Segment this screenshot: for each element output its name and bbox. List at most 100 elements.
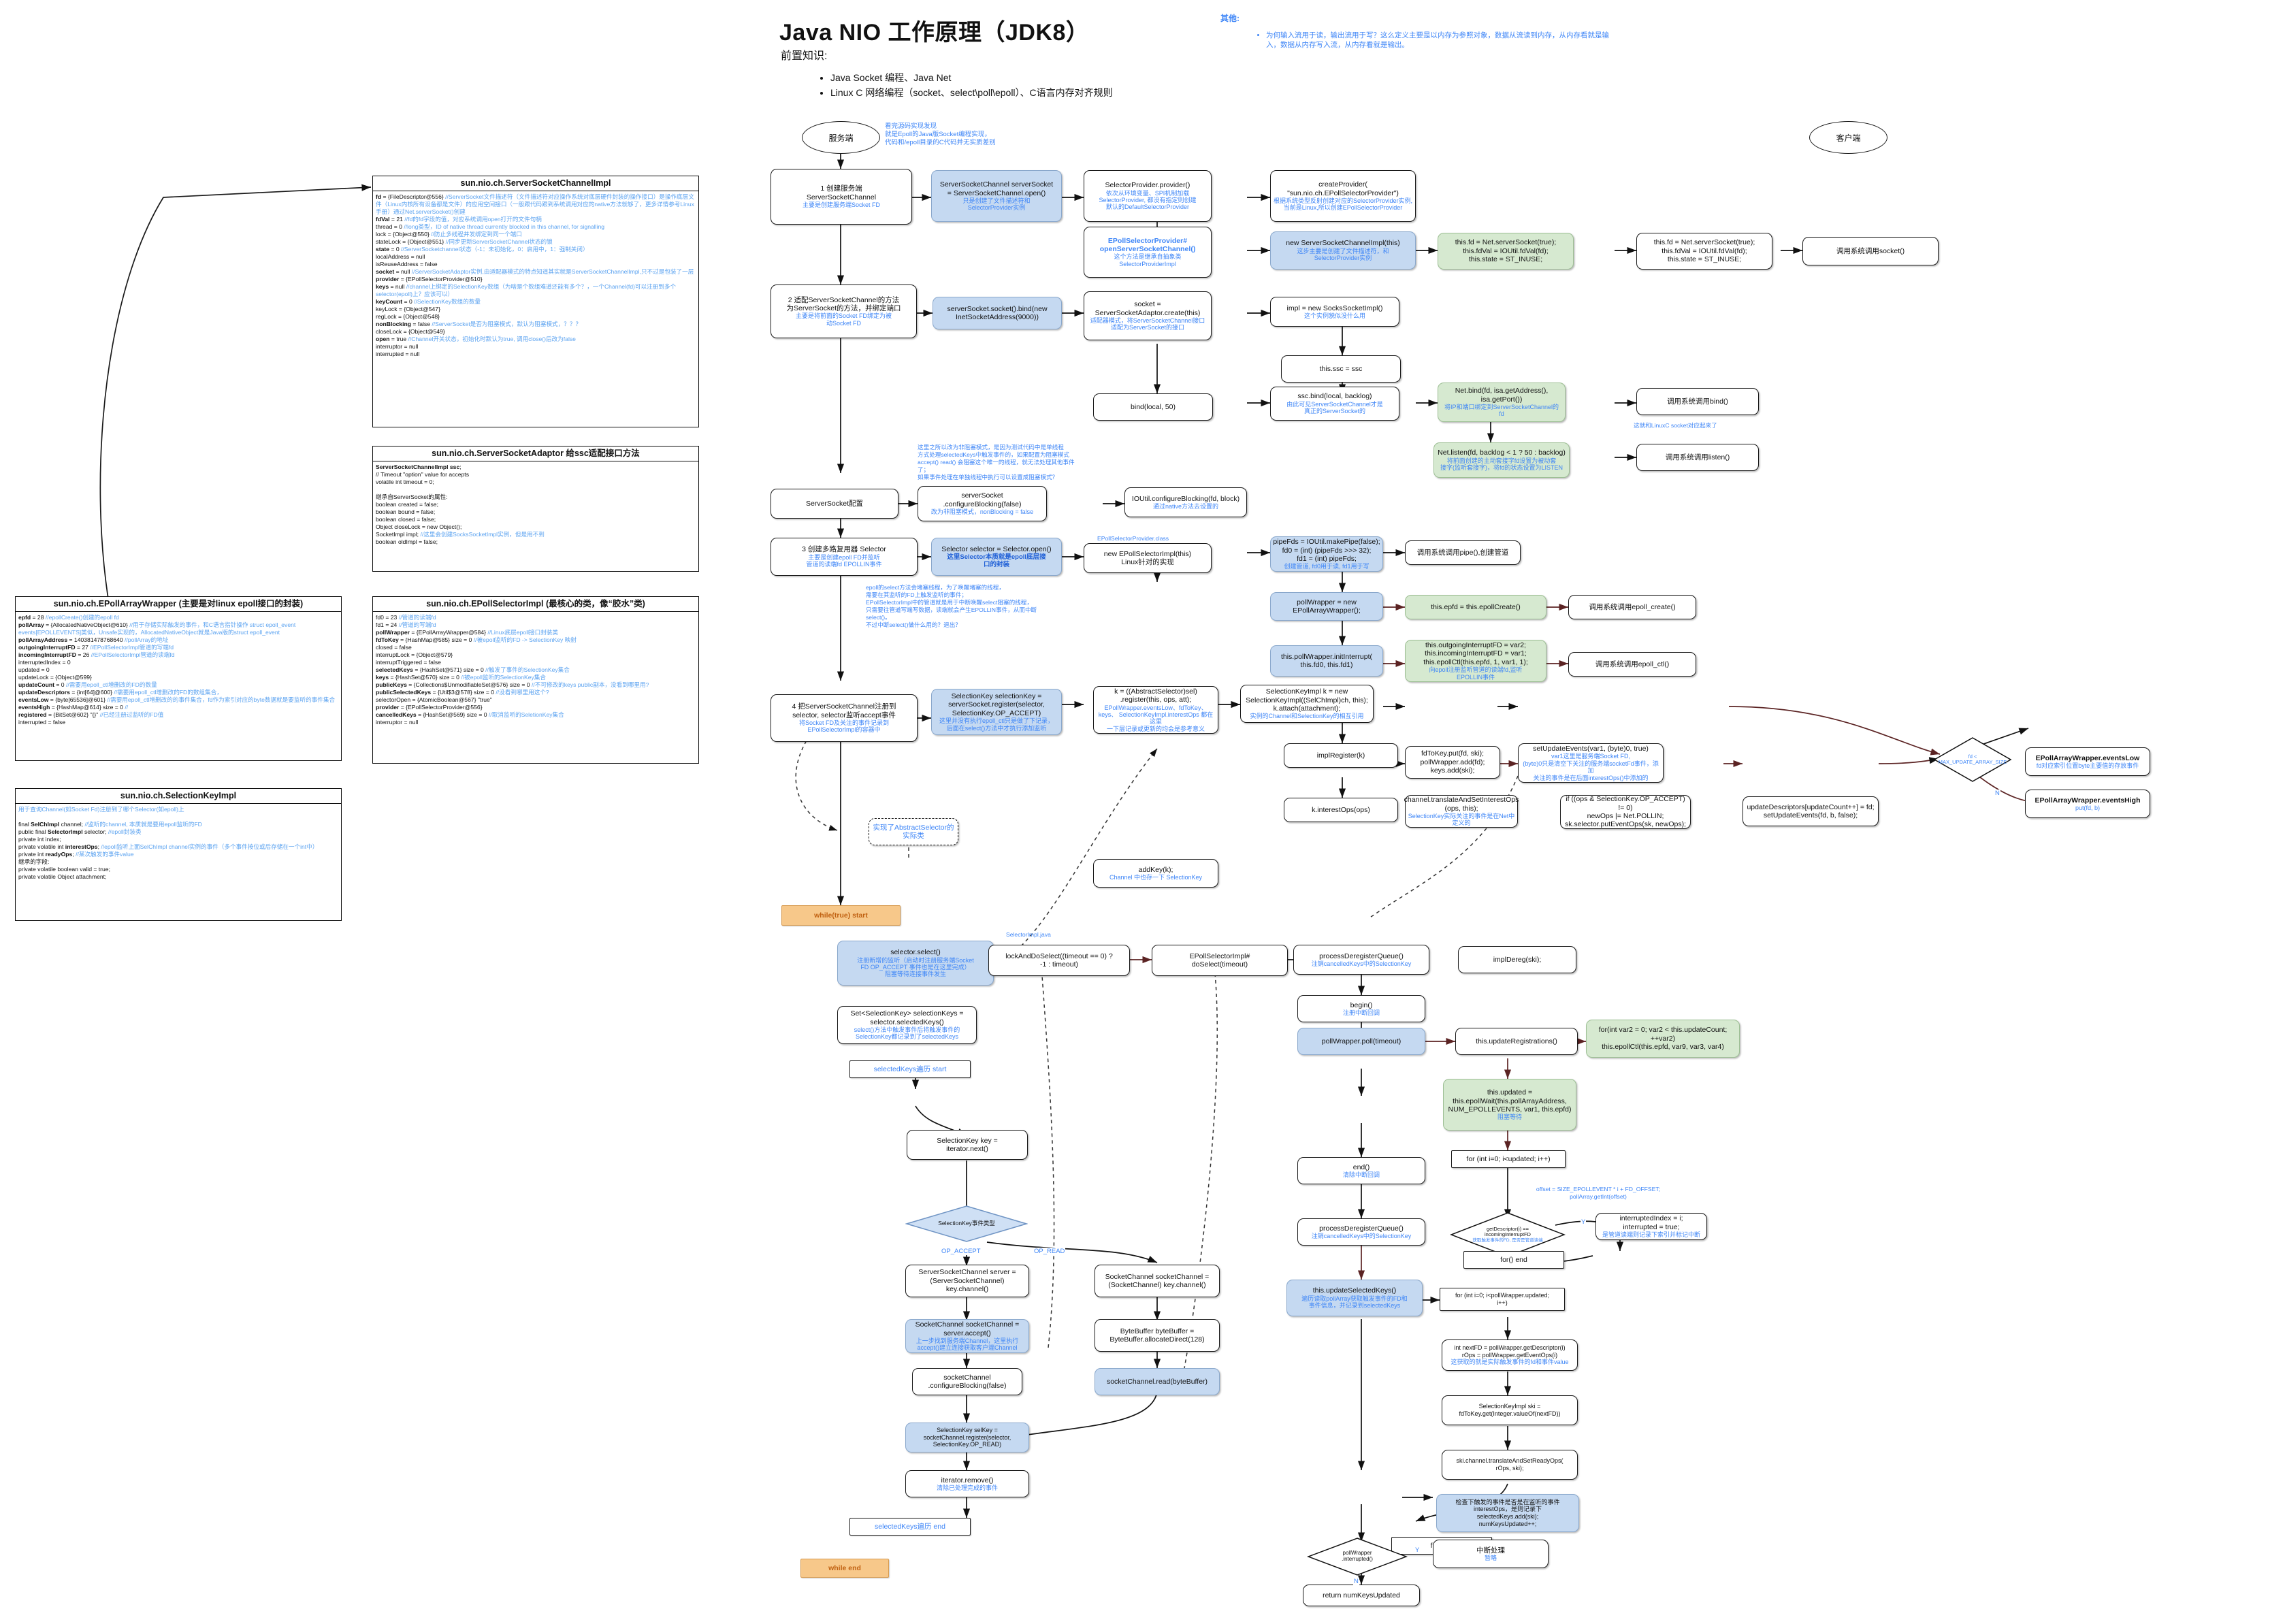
node-impldereg[interactable]: implDereg(ski); <box>1458 946 1576 973</box>
node-processderegisterqueue-2[interactable]: processDeregisterQueue() 注销cancelledKeys… <box>1297 1218 1425 1246</box>
node-fdtokey-put[interactable]: fdToKey.put(fd, ski); pollWrapper.add(fd… <box>1405 746 1500 779</box>
node-iterator-next[interactable]: SelectionKey key = iterator.next() <box>907 1130 1028 1160</box>
node-serversocketadaptor-create[interactable]: socket = ServerSocketAdaptor.create(this… <box>1084 291 1212 340</box>
node-syscall-epollctl[interactable]: 调用系统调用epoll_ctl() <box>1568 652 1696 677</box>
node-iterator-remove[interactable]: iterator.remove() 清除已处理完成的事件 <box>905 1470 1029 1497</box>
node-register-op-accept[interactable]: SelectionKey selectionKey = serverSocket… <box>931 689 1062 735</box>
node-main: serverSocket .configureBlocking(false) <box>943 491 1022 508</box>
node-configureblocking-false[interactable]: serverSocket .configureBlocking(false) 改… <box>918 486 1047 521</box>
node-while-end[interactable]: while end <box>800 1559 889 1578</box>
node-for-end-1[interactable]: for() end <box>1463 1251 1564 1269</box>
node-syscall-pipe[interactable]: 调用系统调用pipe(),创建管道 <box>1405 540 1521 565</box>
node-epollselectorimpl-doselect[interactable]: EPollSelectorImpl# doSelect(timeout) <box>1152 945 1288 976</box>
node-sub: put(fd, b) <box>2075 804 2101 811</box>
node-epollctl-init[interactable]: this.outgoingInterruptFD = var2; this.in… <box>1405 640 1546 682</box>
node-diamond-selectionkey-event-type[interactable]: SelectionKey事件类型 <box>905 1205 1028 1243</box>
node-processderegisterqueue-1[interactable]: processDeregisterQueue() 注销cancelledKeys… <box>1293 945 1429 975</box>
node-while-true-start[interactable]: while(true) start <box>781 905 901 926</box>
node-open-serversocketchannel[interactable]: ServerSocketChannel serverSocket = Serve… <box>931 170 1062 222</box>
node-sub: Channel 中也存一下 SelectionKey <box>1109 873 1203 881</box>
node-syscall-epollcreate[interactable]: 调用系统调用epoll_create() <box>1568 595 1696 619</box>
node-step2[interactable]: 2 适配ServerSocketChannel的方法 为ServerSocket… <box>771 285 917 338</box>
node-makepipe[interactable]: pipeFds = IOUtil.makePipe(false); fd0 = … <box>1270 536 1383 572</box>
node-syscall-listen[interactable]: 调用系统调用listen() <box>1636 444 1759 471</box>
classbox-line: pollArrayAddress = 140381478768640 //pol… <box>18 636 169 644</box>
node-return-numkeysupdated[interactable]: return numKeysUpdated <box>1303 1585 1420 1606</box>
node-selectorprovider-provider[interactable]: SelectorProvider.provider() 依次从环境变量、SPI机… <box>1084 170 1212 222</box>
node-selector-select[interactable]: selector.select() 注册新增的监听（启动时注册服务端Socket… <box>837 941 994 986</box>
node-sub: 这个实例貌似没什么用 <box>1303 312 1365 319</box>
node-net-serversocket-white[interactable]: this.fd = Net.serverSocket(true); this.f… <box>1636 233 1772 270</box>
node-ioutil-configureblocking[interactable]: IOUtil.configureBlocking(fd, block) 通过na… <box>1124 487 1247 517</box>
node-lockanddoselect[interactable]: lockAndDoSelect((timeout == 0) ? -1 : ti… <box>988 945 1130 976</box>
node-syscall-bind[interactable]: 调用系统调用bind() <box>1636 388 1759 415</box>
node-step1[interactable]: 1 创建服务端 ServerSocketChannel 主要是创建服务端Sock… <box>771 169 912 225</box>
node-syscall-socket[interactable]: 调用系统调用socket() <box>1802 237 1939 265</box>
node-updateregistrations[interactable]: this.updateRegistrations() <box>1455 1028 1578 1055</box>
node-selectedkeys-loop-end[interactable]: selectedKeys遍历 end <box>849 1518 971 1536</box>
node-socketchannel-configureblocking[interactable]: socketChannel .configureBlocking(false) <box>912 1368 1022 1395</box>
node-new-serversocketchannelimpl[interactable]: new ServerSocketChannelImpl(this) 这步主要是创… <box>1270 231 1416 270</box>
node-updatedescriptors[interactable]: updateDescriptors[updateCount++] = fd; s… <box>1743 796 1879 826</box>
node-server-accept[interactable]: SocketChannel socketChannel = server.acc… <box>905 1319 1029 1353</box>
node-diamond-max-update-array[interactable]: fd < MAX_UPDATE_ARRAY_SIZE <box>1933 736 2012 783</box>
node-sub: select()方法中触发事件后将触发事件的 SelectionKey都记录到了… <box>854 1026 960 1041</box>
node-new-selectionkeyimpl[interactable]: SelectionKeyImpl k = new SelectionKeyImp… <box>1240 685 1374 723</box>
node-selectedkeys-loop-start[interactable]: selectedKeys遍历 start <box>849 1060 971 1078</box>
node-createprovider[interactable]: createProvider( "sun.nio.ch.EPollSelecto… <box>1270 170 1416 222</box>
node-net-listen[interactable]: Net.listen(fd, backlog < 1 ? 50 : backlo… <box>1433 442 1570 478</box>
node-selector-open[interactable]: Selector selector = Selector.open() 这里Se… <box>931 538 1062 576</box>
node-socketchannel-read[interactable]: socketChannel.read(byteBuffer) <box>1095 1368 1220 1395</box>
node-translateandsetreadyops[interactable]: ski.channel.translateAndSetReadyOps( rOp… <box>1442 1450 1578 1480</box>
node-for-pollwrapper-updated[interactable]: for (int i=0; i<pollWrapper.updated; i++… <box>1440 1288 1565 1311</box>
node-serversocket-bind[interactable]: serverSocket.socket().bind(new InetSocke… <box>933 297 1062 329</box>
node-selectedkeys-set[interactable]: Set<SelectionKey> selectionKeys = select… <box>837 1006 977 1044</box>
node-open-serversocketchannel-impl[interactable]: EPollSelectorProvider# openServerSocketC… <box>1084 227 1212 278</box>
node-fdtokey-get[interactable]: SelectionKeyImpl ski = fdToKey.get(Integ… <box>1442 1395 1578 1425</box>
node-translate-interestops[interactable]: channel.translateAndSetInterestOps (ops,… <box>1404 795 1519 828</box>
node-pollwrapper-poll[interactable]: pollWrapper.poll(timeout) <box>1297 1028 1425 1055</box>
node-implregister[interactable]: implRegister(k) <box>1284 743 1398 768</box>
node-diamond-pollwrapper-interrupted[interactable]: pollWrapper .interrupted() <box>1306 1537 1408 1576</box>
node-serversocket-config[interactable]: ServerSocket配置 <box>771 489 898 519</box>
node-register-op-read[interactable]: SelectionKey selKey = socketChannel.regi… <box>905 1423 1029 1452</box>
node-socketchannel-cast[interactable]: SocketChannel socketChannel = (SocketCha… <box>1095 1265 1220 1297</box>
classbox-line: SocketImpl impl; //这里会创建SocksSocketImpl实… <box>376 531 545 538</box>
node-new-epollarraywrapper[interactable]: pollWrapper = new EPollArrayWrapper(); <box>1270 592 1383 621</box>
node-begin[interactable]: begin() 注册中断回调 <box>1297 995 1425 1022</box>
node-ssc-bind[interactable]: ssc.bind(local, backlog) 由此可见ServerSocke… <box>1270 387 1399 421</box>
node-serversocketchannel-cast[interactable]: ServerSocketChannel server = (ServerSock… <box>905 1265 1029 1297</box>
classbox-line: state = 0 //ServerSocketchannel状态（-1：未初始… <box>376 246 589 253</box>
node-interruptedindex[interactable]: interruptedIndex = i; interrupted = true… <box>1595 1213 1707 1240</box>
node-new-epollselectorimpl[interactable]: new EPollSelectorImpl(this) Linux针对的实现 <box>1084 543 1212 573</box>
node-this-ssc[interactable]: this.ssc = ssc <box>1281 355 1401 383</box>
classbox-line: interruptLock = {Object@579} <box>376 651 453 659</box>
node-abstractselector-register[interactable]: k = ((AbstractSelector)sel) .register(th… <box>1093 686 1218 734</box>
node-epollcreate[interactable]: this.epfd = this.epollCreate() <box>1405 595 1546 619</box>
node-epollwait[interactable]: this.updated = this.epollWait(this.pollA… <box>1443 1079 1576 1131</box>
node-for-updatecount-epollctl[interactable]: for(int var2 = 0; var2 < this.updateCoun… <box>1586 1020 1740 1058</box>
node-sub: var1这里是服务端Socket FD, (byte)0只是清空下关注的服务端s… <box>1523 753 1659 781</box>
node-eventshigh[interactable]: EPollArrayWrapper.eventsHigh put(fd, b) <box>2025 790 2150 818</box>
node-net-serversocket-green[interactable]: this.fd = Net.serverSocket(true); this.f… <box>1438 233 1574 270</box>
node-k-interestops[interactable]: k.interestOps(ops) <box>1284 798 1398 822</box>
node-if-op-accept[interactable]: if ((ops & SelectionKey.OP_ACCEPT) != 0)… <box>1560 795 1691 829</box>
node-step4[interactable]: 4 把ServerSocketChannel注册到 selector, sele… <box>771 694 918 742</box>
node-end[interactable]: end() 清除中断回调 <box>1297 1157 1425 1184</box>
classbox-line: updated = 0 <box>18 666 50 674</box>
node-new-sockssocketimpl[interactable]: impl = new SocksSocketImpl() 这个实例貌似没什么用 <box>1270 297 1399 327</box>
node-updateselectedkeys[interactable]: this.updateSelectedKeys() 遍历读取pollArray获… <box>1286 1280 1423 1316</box>
node-bind-local-50[interactable]: bind(local, 50) <box>1093 393 1213 421</box>
node-net-bind[interactable]: Net.bind(fd, isa.getAddress(), isa.getPo… <box>1438 383 1566 422</box>
node-addkey[interactable]: addKey(k); Channel 中也存一下 SelectionKey <box>1093 859 1218 888</box>
node-step3[interactable]: 3 创建多路复用器 Selector 主要是创建epoll FD并监听 管道的读… <box>771 538 918 576</box>
node-main: socket = ServerSocketAdaptor.create(this… <box>1095 300 1201 317</box>
node-for-updated[interactable]: for (int i=0; i<updated; i++) <box>1451 1150 1566 1168</box>
node-setupdateevents[interactable]: setUpdateEvents(var1, (byte)0, true) var… <box>1518 743 1664 783</box>
node-bytebuffer-allocatedirect[interactable]: ByteBuffer byteBuffer = ByteBuffer.alloc… <box>1095 1319 1220 1352</box>
node-check-interestops[interactable]: 检查下触发的事件是否是在监听的事件 interestOps，是则记录下 sele… <box>1436 1494 1579 1532</box>
node-getdescriptor-geteventops[interactable]: int nextFD = pollWrapper.getDescriptor(i… <box>1442 1339 1578 1371</box>
node-initinterrupt[interactable]: this.pollWrapper.initInterrupt( this.fd0… <box>1270 645 1383 677</box>
node-interrupt-handling[interactable]: 中断处理 暂略 <box>1433 1540 1549 1568</box>
node-eventslow[interactable]: EPollArrayWrapper.eventsLow fd对应索引位置byte… <box>2025 747 2150 776</box>
